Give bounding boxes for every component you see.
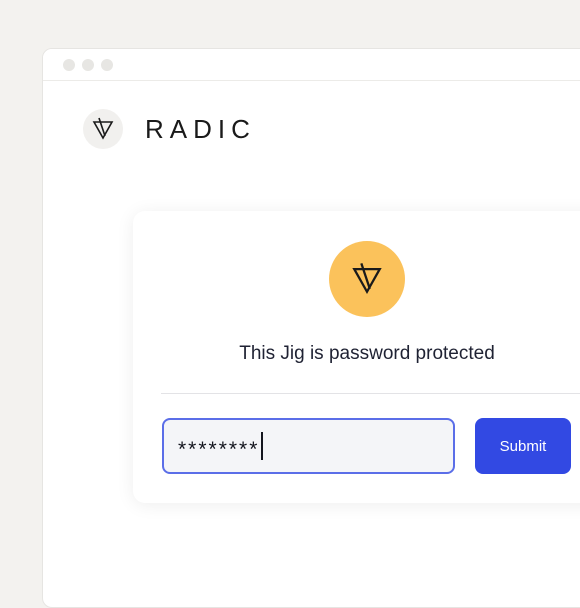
window-control-dot[interactable] (63, 59, 75, 71)
browser-window: RADIC This Jig is password protected ***… (42, 48, 580, 608)
text-caret (261, 432, 264, 460)
password-value: ******** (178, 437, 260, 461)
triangle-v-logo-icon (329, 241, 405, 317)
divider (161, 393, 580, 394)
triangle-v-logo-icon (83, 109, 123, 149)
brand-name: RADIC (145, 113, 256, 144)
window-control-dot[interactable] (101, 59, 113, 71)
brand-header: RADIC (83, 109, 256, 149)
submit-button[interactable]: Submit (475, 418, 571, 474)
window-control-dot[interactable] (82, 59, 94, 71)
password-card: This Jig is password protected ******** … (133, 211, 580, 503)
protected-message: This Jig is password protected (239, 343, 495, 364)
password-input[interactable]: ******** (162, 418, 455, 474)
window-titlebar (43, 49, 580, 81)
